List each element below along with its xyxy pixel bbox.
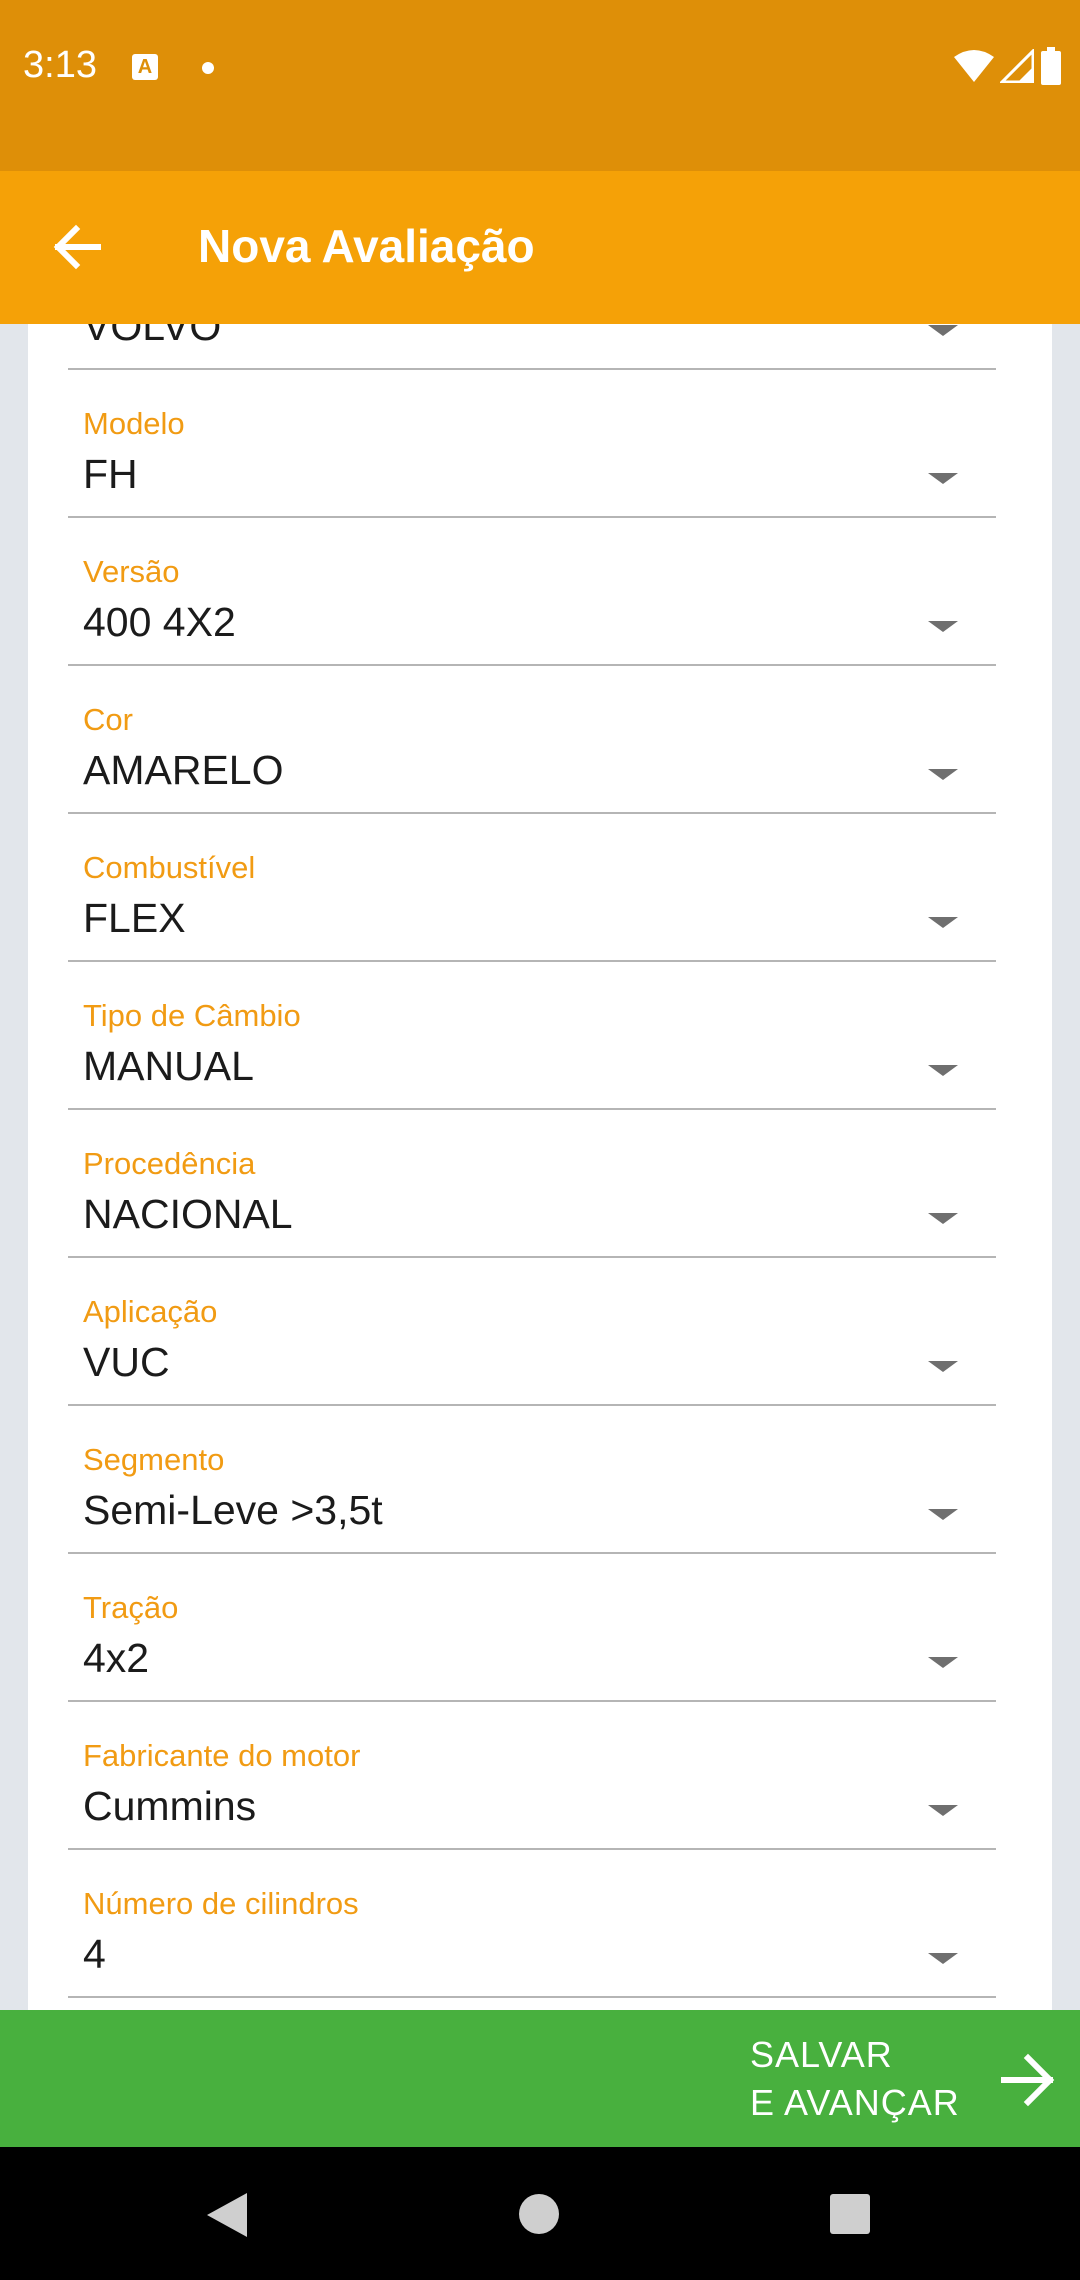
field-label: Tração [83, 1590, 179, 1625]
page-title: Nova Avaliação [198, 220, 535, 272]
field-label: Segmento [83, 1442, 225, 1477]
dropdown-arrow-icon [928, 1805, 958, 1816]
save-and-continue-button[interactable]: SALVAR E AVANÇAR [720, 2010, 1080, 2147]
field-underline [68, 368, 996, 370]
field-value: 400 4X2 [83, 599, 236, 645]
field-value: VOLVO [83, 324, 222, 349]
save-label-line2: E AVANÇAR [750, 2082, 960, 2123]
field-value: Semi-Leve >3,5t [83, 1487, 383, 1533]
field-underline [68, 812, 996, 814]
signal-icon [1000, 49, 1034, 83]
dropdown-arrow-icon [928, 917, 958, 928]
field-underline [68, 516, 996, 518]
field-value: 4x2 [83, 1635, 150, 1681]
status-time: 3:13 [23, 44, 97, 86]
dropdown-arrow-icon [928, 1953, 958, 1964]
field-underline [68, 1108, 996, 1110]
nav-back-icon[interactable] [207, 2193, 247, 2237]
field-value: AMARELO [83, 747, 284, 793]
arrow-right-icon [1001, 2053, 1055, 2107]
dropdown-arrow-icon [928, 325, 958, 336]
form-card: VOLVO Modelo FH Versão 400 4X2 Cor AMARE… [28, 324, 1052, 2010]
field-label: Versão [83, 554, 180, 589]
field-value: MANUAL [83, 1043, 254, 1089]
arrow-left-icon [53, 224, 101, 270]
field-underline [68, 1552, 996, 1554]
field-value: FH [83, 451, 138, 497]
field-label: Número de cilindros [83, 1886, 359, 1921]
field-value: FLEX [83, 895, 186, 941]
field-value: 4 [83, 1931, 106, 1977]
field-label: Modelo [83, 406, 185, 441]
status-bar: 3:13 A [0, 0, 1080, 171]
dropdown-arrow-icon [928, 769, 958, 780]
status-icons [954, 46, 1062, 86]
notification-app-icon: A [132, 54, 158, 80]
dropdown-arrow-icon [928, 621, 958, 632]
battery-icon [1041, 47, 1061, 85]
field-value: VUC [83, 1339, 170, 1385]
footer-bar: SALVAR E AVANÇAR [0, 2010, 1080, 2147]
app-bar: Nova Avaliação [0, 171, 1080, 324]
field-underline [68, 1848, 996, 1850]
dropdown-arrow-icon [928, 1065, 958, 1076]
dropdown-arrow-icon [928, 473, 958, 484]
field-underline [68, 1700, 996, 1702]
save-label-line1: SALVAR [750, 2034, 893, 2075]
field-underline [68, 1256, 996, 1258]
field-label: Tipo de Câmbio [83, 998, 301, 1033]
system-nav-bar [0, 2147, 1080, 2280]
wifi-icon [954, 50, 994, 82]
nav-recents-icon[interactable] [830, 2194, 870, 2234]
field-underline [68, 664, 996, 666]
dropdown-arrow-icon [928, 1657, 958, 1668]
field-value: Cummins [83, 1783, 257, 1829]
notification-dot-icon [202, 62, 214, 74]
field-underline [68, 1996, 996, 1998]
field-label: Procedência [83, 1146, 256, 1181]
nav-home-icon[interactable] [519, 2194, 559, 2234]
field-label: Cor [83, 702, 133, 737]
field-label: Fabricante do motor [83, 1738, 361, 1773]
dropdown-arrow-icon [928, 1509, 958, 1520]
field-value: NACIONAL [83, 1191, 293, 1237]
field-label: Aplicação [83, 1294, 218, 1329]
back-button[interactable] [40, 207, 120, 287]
field-underline [68, 1404, 996, 1406]
field-label: Combustível [83, 850, 256, 885]
field-underline [68, 960, 996, 962]
dropdown-arrow-icon [928, 1213, 958, 1224]
dropdown-arrow-icon [928, 1361, 958, 1372]
